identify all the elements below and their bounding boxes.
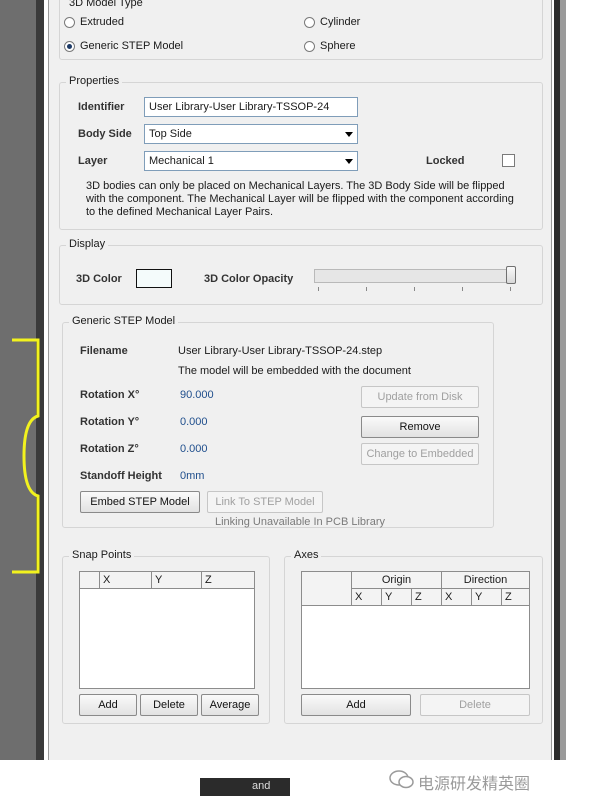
axes-origin-header: Origin — [352, 572, 442, 589]
body-side-value: Top Side — [149, 128, 192, 140]
linking-unavailable-note: Linking Unavailable In PCB Library — [215, 516, 385, 528]
embedded-note: The model will be embedded with the docu… — [178, 365, 411, 377]
rotation-y-value[interactable]: 0.000 — [180, 416, 208, 428]
3d-color-label: 3D Color — [76, 273, 122, 285]
display-title: Display — [66, 238, 109, 250]
slider-tick — [414, 287, 415, 291]
step-model-title: Generic STEP Model — [69, 315, 179, 327]
axes-origin-z[interactable]: Z — [412, 589, 442, 606]
embed-step-model-button[interactable]: Embed STEP Model — [80, 491, 200, 513]
3d-color-swatch[interactable] — [136, 269, 172, 288]
right-panel-edge — [546, 0, 599, 760]
chevron-down-icon — [345, 159, 353, 164]
slider-tick — [510, 287, 511, 291]
rotation-z-label: Rotation Z° — [80, 443, 139, 455]
axes-origin-y[interactable]: Y — [382, 589, 412, 606]
locked-checkbox[interactable] — [502, 154, 515, 167]
body-side-select[interactable]: Top Side — [144, 124, 358, 144]
axes-title: Axes — [291, 549, 322, 561]
watermark-text: 电源研发精英圈 — [418, 776, 531, 793]
axes-direction-z[interactable]: Z — [502, 589, 529, 606]
radio-sphere-label: Sphere — [320, 40, 356, 52]
axes-list[interactable]: Origin Direction X Y Z X Y Z — [301, 571, 530, 689]
filename-value: User Library-User Library-TSSOP-24.step — [178, 345, 383, 357]
chevron-down-icon — [345, 132, 353, 137]
axes-delete-button[interactable]: Delete — [420, 694, 530, 716]
layer-select[interactable]: Mechanical 1 — [144, 151, 358, 171]
change-to-embedded-button[interactable]: Change to Embedded — [361, 443, 479, 465]
rotation-y-label: Rotation Y° — [80, 416, 140, 428]
axes-origin-x[interactable]: X — [352, 589, 382, 606]
properties-group: Properties Identifier User Library-User … — [59, 75, 543, 230]
status-bar-fragment-text: and — [252, 780, 271, 792]
display-group: Display 3D Color 3D Color Opacity — [59, 238, 543, 305]
snap-col-empty — [80, 572, 100, 589]
standoff-height-value[interactable]: 0mm — [180, 470, 204, 482]
update-from-disk-button[interactable]: Update from Disk — [361, 386, 479, 408]
axes-col-empty — [302, 572, 352, 606]
rotation-x-label: Rotation X° — [80, 389, 140, 401]
3d-color-opacity-label: 3D Color Opacity — [204, 273, 294, 285]
layer-label: Layer — [78, 155, 108, 167]
edge-shadow — [560, 0, 566, 760]
link-to-step-model-button[interactable]: Link To STEP Model — [207, 491, 323, 513]
snap-points-title: Snap Points — [69, 549, 135, 561]
layer-value: Mechanical 1 — [149, 155, 214, 167]
layer-note: 3D bodies can only be placed on Mechanic… — [86, 180, 514, 218]
component-outline-highlight — [12, 338, 40, 574]
radio-extruded[interactable] — [64, 17, 75, 28]
model-type-group: 3D Model Type Extruded Cylinder Generic … — [59, 0, 543, 60]
identifier-label: Identifier — [78, 101, 125, 113]
radio-cylinder[interactable] — [304, 17, 315, 28]
opacity-slider-thumb[interactable] — [506, 266, 516, 284]
snap-col-x[interactable]: X — [100, 572, 152, 589]
identifier-input[interactable]: User Library-User Library-TSSOP-24 — [144, 97, 358, 117]
opacity-slider-track[interactable] — [314, 269, 516, 283]
status-bar-fragment: and — [200, 778, 290, 796]
filename-label: Filename — [80, 345, 128, 357]
radio-cylinder-label: Cylinder — [320, 16, 361, 28]
radio-generic-step-label: Generic STEP Model — [80, 40, 184, 52]
snap-col-y[interactable]: Y — [152, 572, 202, 589]
radio-extruded-label: Extruded — [80, 16, 125, 28]
properties-title: Properties — [66, 75, 123, 87]
rotation-x-value[interactable]: 90.000 — [180, 389, 214, 401]
step-model-group: Generic STEP Model Filename User Library… — [62, 315, 494, 528]
slider-tick — [462, 287, 463, 291]
snap-delete-button[interactable]: Delete — [140, 694, 198, 716]
wechat-logo-icon — [389, 770, 414, 789]
rotation-z-value[interactable]: 0.000 — [180, 443, 208, 455]
snap-average-button[interactable]: Average — [201, 694, 259, 716]
model-type-title: 3D Model Type — [66, 0, 146, 9]
axes-group: Axes Origin Direction X Y Z X Y Z Add De… — [284, 549, 543, 724]
slider-tick — [366, 287, 367, 291]
locked-label: Locked — [426, 155, 465, 167]
radio-generic-step[interactable] — [64, 41, 75, 52]
axes-direction-x[interactable]: X — [442, 589, 472, 606]
snap-col-z[interactable]: Z — [202, 572, 254, 589]
standoff-height-label: Standoff Height — [80, 470, 162, 482]
axes-direction-y[interactable]: Y — [472, 589, 502, 606]
axes-direction-header: Direction — [442, 572, 529, 589]
snap-points-group: Snap Points X Y Z Add Delete Average — [62, 549, 270, 724]
axes-add-button[interactable]: Add — [301, 694, 411, 716]
slider-tick — [318, 287, 319, 291]
pcb-editor-background — [0, 0, 44, 760]
snap-add-button[interactable]: Add — [79, 694, 137, 716]
snap-points-list[interactable]: X Y Z — [79, 571, 255, 689]
remove-button[interactable]: Remove — [361, 416, 479, 438]
body-side-label: Body Side — [78, 128, 132, 140]
radio-sphere[interactable] — [304, 41, 315, 52]
3d-body-dialog: 3D Model Type Extruded Cylinder Generic … — [48, 0, 552, 760]
